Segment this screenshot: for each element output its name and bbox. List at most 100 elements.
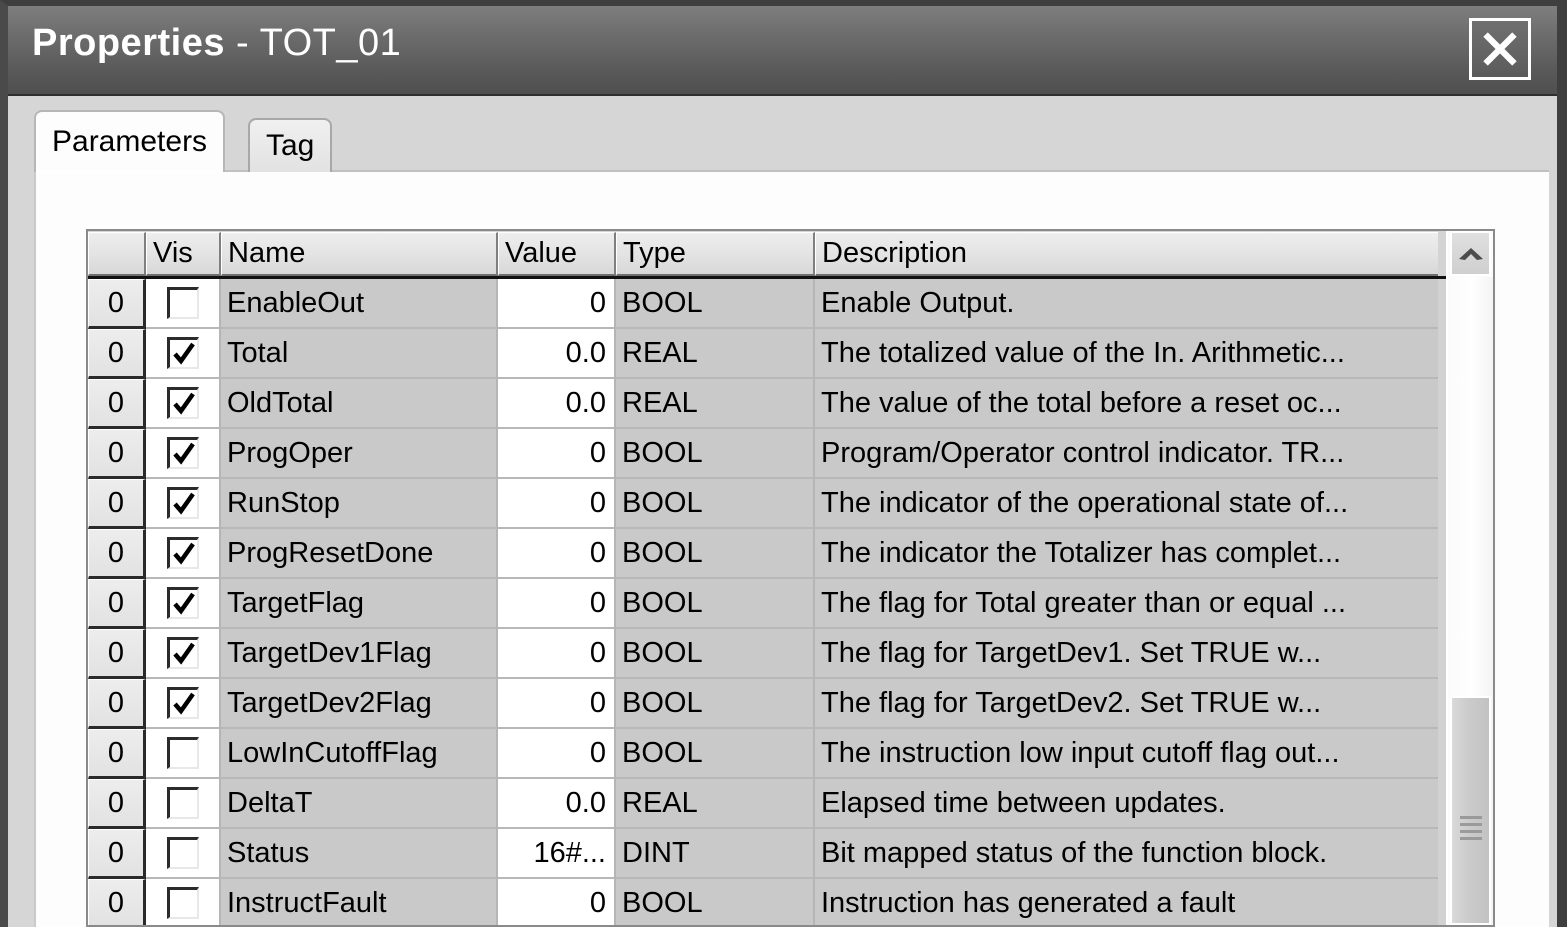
table-row[interactable]: 0 ProgResetDone 0 BOOL The indicator the Tot… bbox=[88, 529, 1450, 579]
scroll-thumb[interactable] bbox=[1450, 696, 1491, 925]
tab-tag[interactable]: Tag bbox=[248, 118, 333, 172]
parameter-value[interactable]: 0 bbox=[498, 679, 616, 729]
table-row[interactable]: 0 ProgOper 0 BOOL Program/Operator control i… bbox=[88, 429, 1450, 479]
vis-checkbox[interactable] bbox=[166, 787, 199, 819]
parameter-name[interactable]: DeltaT bbox=[221, 779, 498, 829]
parameter-value[interactable]: 0 bbox=[498, 279, 616, 329]
parameter-name[interactable]: InstructFault bbox=[221, 879, 498, 925]
parameter-name[interactable]: OldTotal bbox=[221, 379, 498, 429]
vis-cell[interactable] bbox=[146, 829, 221, 879]
vertical-scrollbar[interactable] bbox=[1446, 231, 1493, 925]
vis-checkbox[interactable] bbox=[166, 387, 199, 419]
parameter-name[interactable]: LowInCutoffFlag bbox=[221, 729, 498, 779]
scroll-up-button[interactable] bbox=[1450, 231, 1491, 276]
parameter-name[interactable]: TargetDev1Flag bbox=[221, 629, 498, 679]
table-row[interactable]: 0 DeltaT 0.0 REAL Elapsed time between updat… bbox=[88, 779, 1450, 829]
parameter-name[interactable]: TargetDev2Flag bbox=[221, 679, 498, 729]
parameter-name[interactable]: EnableOut bbox=[221, 279, 498, 329]
close-button[interactable] bbox=[1469, 18, 1531, 80]
column-header-description[interactable]: Description bbox=[815, 232, 1438, 276]
row-selector[interactable]: 0 bbox=[88, 429, 146, 479]
parameter-type: BOOL bbox=[616, 729, 815, 779]
vis-checkbox[interactable] bbox=[166, 587, 199, 619]
table-row[interactable]: 0 TargetDev2Flag 0 BOOL The flag for TargetD… bbox=[88, 679, 1450, 729]
row-selector[interactable]: 0 bbox=[88, 529, 146, 579]
parameter-value[interactable]: 0 bbox=[498, 579, 616, 629]
vis-checkbox[interactable] bbox=[166, 337, 199, 369]
vis-checkbox[interactable] bbox=[166, 837, 199, 869]
vis-checkbox[interactable] bbox=[166, 737, 199, 769]
tab-parameters[interactable]: Parameters bbox=[34, 110, 226, 172]
parameter-value[interactable]: 0 bbox=[498, 429, 616, 479]
column-header-blank[interactable] bbox=[88, 232, 146, 276]
column-header-value[interactable]: Value bbox=[498, 232, 616, 276]
parameter-description: The indicator of the operational state o… bbox=[815, 479, 1438, 529]
table-row[interactable]: 0 InstructFault 0 BOOL Instruction has gener… bbox=[88, 879, 1450, 925]
title-bar[interactable]: Properties - TOT_01 bbox=[8, 6, 1557, 96]
column-header-vis[interactable]: Vis bbox=[146, 232, 221, 276]
parameter-value[interactable]: 0 bbox=[498, 729, 616, 779]
parameter-value[interactable]: 0 bbox=[498, 479, 616, 529]
parameter-value[interactable]: 0.0 bbox=[498, 379, 616, 429]
parameter-name[interactable]: ProgResetDone bbox=[221, 529, 498, 579]
vis-cell[interactable] bbox=[146, 579, 221, 629]
parameter-value[interactable]: 0.0 bbox=[498, 779, 616, 829]
parameter-name[interactable]: Status bbox=[221, 829, 498, 879]
vis-checkbox[interactable] bbox=[166, 637, 199, 669]
row-selector[interactable]: 0 bbox=[88, 879, 146, 925]
parameter-value[interactable]: 0 bbox=[498, 629, 616, 679]
vis-cell[interactable] bbox=[146, 629, 221, 679]
row-selector[interactable]: 0 bbox=[88, 679, 146, 729]
table-row[interactable]: 0 RunStop 0 BOOL The indicator of the operat… bbox=[88, 479, 1450, 529]
vis-cell[interactable] bbox=[146, 529, 221, 579]
vis-checkbox[interactable] bbox=[166, 287, 199, 319]
vis-cell[interactable] bbox=[146, 779, 221, 829]
parameter-description: The indicator the Totalizer has complet.… bbox=[815, 529, 1438, 579]
vis-checkbox[interactable] bbox=[166, 887, 199, 919]
parameter-description: The value of the total before a reset oc… bbox=[815, 379, 1438, 429]
column-header-name[interactable]: Name bbox=[221, 232, 498, 276]
vis-checkbox[interactable] bbox=[166, 487, 199, 519]
table-row[interactable]: 0 EnableOut 0 BOOL Enable Output. bbox=[88, 279, 1450, 329]
table-row[interactable]: 0 Total 0.0 REAL The totalized value of the … bbox=[88, 329, 1450, 379]
vis-cell[interactable] bbox=[146, 279, 221, 329]
vis-checkbox[interactable] bbox=[166, 537, 199, 569]
row-selector[interactable]: 0 bbox=[88, 279, 146, 329]
vis-cell[interactable] bbox=[146, 479, 221, 529]
vis-checkbox[interactable] bbox=[166, 687, 199, 719]
vis-cell[interactable] bbox=[146, 379, 221, 429]
table-row[interactable]: 0 TargetDev1Flag 0 BOOL The flag for TargetD… bbox=[88, 629, 1450, 679]
table-row[interactable]: 0 OldTotal 0.0 REAL The value of the total b… bbox=[88, 379, 1450, 429]
column-header-type[interactable]: Type bbox=[616, 232, 815, 276]
row-selector[interactable]: 0 bbox=[88, 779, 146, 829]
parameter-type: BOOL bbox=[616, 529, 815, 579]
parameter-value[interactable]: 0 bbox=[498, 529, 616, 579]
grid-rows: 0 EnableOut 0 BOOL Enable Output. 0 Total 0.0 RE… bbox=[88, 279, 1450, 925]
check-icon bbox=[172, 392, 195, 415]
table-row[interactable]: 0 TargetFlag 0 BOOL The flag for Total great… bbox=[88, 579, 1450, 629]
table-row[interactable]: 0 LowInCutoffFlag 0 BOOL The instruction low… bbox=[88, 729, 1450, 779]
row-selector[interactable]: 0 bbox=[88, 629, 146, 679]
parameter-name[interactable]: Total bbox=[221, 329, 498, 379]
row-selector[interactable]: 0 bbox=[88, 379, 146, 429]
parameter-name[interactable]: TargetFlag bbox=[221, 579, 498, 629]
parameter-name[interactable]: RunStop bbox=[221, 479, 498, 529]
parameter-name[interactable]: ProgOper bbox=[221, 429, 498, 479]
vis-checkbox[interactable] bbox=[166, 437, 199, 469]
row-selector[interactable]: 0 bbox=[88, 829, 146, 879]
parameter-value[interactable]: 0.0 bbox=[498, 329, 616, 379]
row-selector[interactable]: 0 bbox=[88, 479, 146, 529]
row-selector[interactable]: 0 bbox=[88, 329, 146, 379]
tab-tag-label: Tag bbox=[266, 129, 315, 162]
vis-cell[interactable] bbox=[146, 729, 221, 779]
parameter-value[interactable]: 16#... bbox=[498, 829, 616, 879]
check-icon bbox=[172, 342, 195, 365]
table-row[interactable]: 0 Status 16#... DINT Bit mapped status of th… bbox=[88, 829, 1450, 879]
vis-cell[interactable] bbox=[146, 429, 221, 479]
vis-cell[interactable] bbox=[146, 879, 221, 925]
vis-cell[interactable] bbox=[146, 329, 221, 379]
row-selector[interactable]: 0 bbox=[88, 729, 146, 779]
row-selector[interactable]: 0 bbox=[88, 579, 146, 629]
vis-cell[interactable] bbox=[146, 679, 221, 729]
parameter-value[interactable]: 0 bbox=[498, 879, 616, 925]
